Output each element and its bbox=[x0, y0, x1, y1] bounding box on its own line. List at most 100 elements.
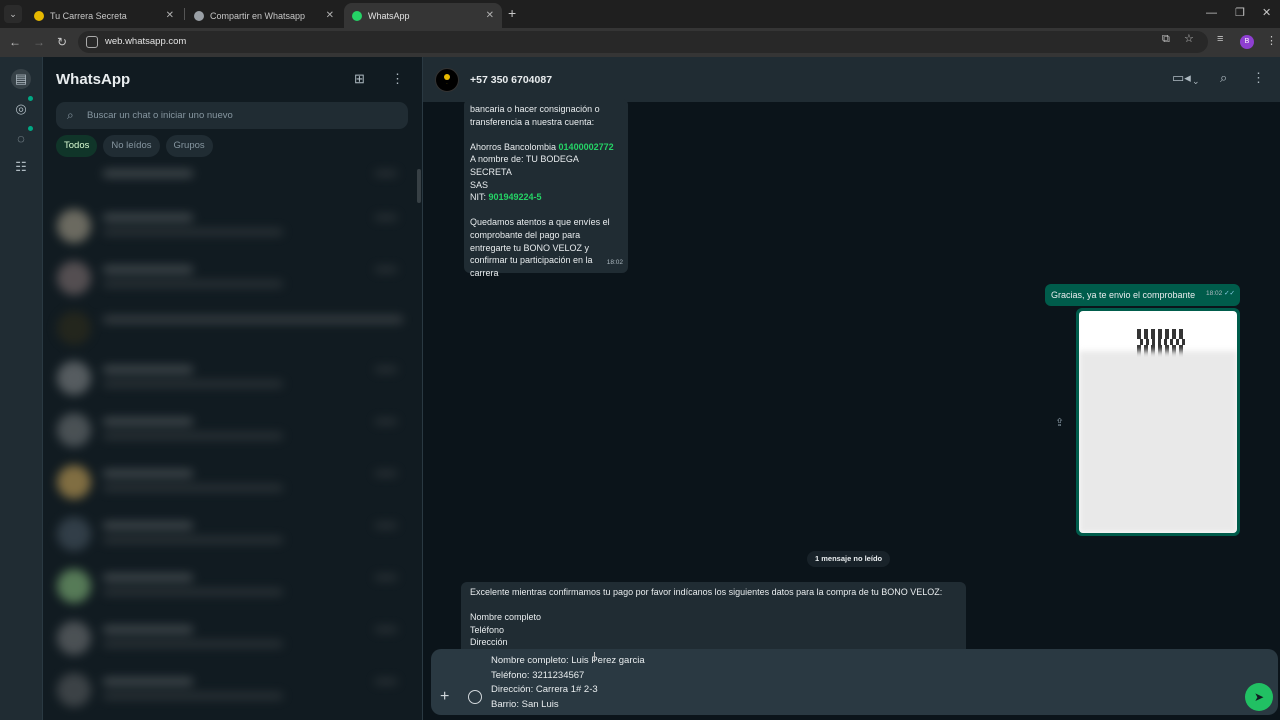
message-line: Excelente mientras confirmamos tu pago p… bbox=[470, 587, 943, 597]
outgoing-message[interactable]: Gracias, ya te envio el comprobante 18:0… bbox=[1045, 284, 1240, 306]
status-icon[interactable]: ◎ bbox=[11, 99, 31, 119]
tab-label: Compartir en Whatsapp bbox=[210, 10, 306, 21]
account-line: Ahorros Bancolombia 01400002772 bbox=[470, 141, 622, 154]
chats-icon[interactable]: ▤ bbox=[11, 69, 31, 89]
chat-list-item[interactable] bbox=[57, 209, 407, 249]
communities-icon[interactable]: ☷ bbox=[11, 157, 31, 177]
chat-list-item[interactable] bbox=[57, 465, 407, 505]
chat-list-panel: WhatsApp ⊞ ⋮ ⌕ Buscar un chat o iniciar … bbox=[43, 57, 423, 720]
message-composer[interactable]: + Nombre completo: Luis Perez garcia Tel… bbox=[431, 649, 1278, 715]
message-line: confirmar tu participación en la bbox=[470, 255, 593, 266]
tab-close-icon[interactable]: ✕ bbox=[486, 10, 494, 21]
message-meta: 18:02 ✓✓ bbox=[1206, 288, 1235, 301]
browser-tab-1[interactable]: Tu Carrera Secreta ✕ bbox=[26, 3, 182, 28]
close-window-button[interactable]: ✕ bbox=[1262, 6, 1271, 20]
chat-filters: Todos No leídos Grupos bbox=[56, 135, 213, 157]
channels-icon[interactable]: ◌ bbox=[11, 129, 31, 149]
text-cursor bbox=[594, 652, 595, 662]
account-number: 01400002772 bbox=[558, 141, 614, 152]
search-input[interactable]: ⌕ Buscar un chat o iniciar uno nuevo bbox=[56, 102, 408, 129]
reload-button[interactable]: ↻ bbox=[57, 34, 67, 50]
message-line: SAS bbox=[470, 179, 489, 190]
maximize-button[interactable]: ❐ bbox=[1235, 6, 1245, 20]
composer-line: Dirección: Carrera 1# 2-3 bbox=[491, 684, 598, 696]
channels-unread-dot bbox=[28, 126, 33, 131]
blurred-region bbox=[1079, 351, 1237, 533]
app-rail: ▤ ◎ ◌ ☷ bbox=[0, 57, 43, 720]
read-receipt-icon: ✓✓ bbox=[1224, 290, 1235, 298]
video-call-icon[interactable]: ▭◂ bbox=[1172, 71, 1191, 85]
emoji-sticker-icon[interactable] bbox=[468, 690, 482, 704]
attach-plus-icon[interactable]: + bbox=[440, 689, 449, 705]
chat-menu-icon[interactable]: ⋮ bbox=[1252, 71, 1265, 85]
browser-tab-2[interactable]: Compartir en Whatsapp ✕ bbox=[186, 3, 342, 28]
new-tab-button[interactable]: + bbox=[508, 6, 516, 20]
message-line: carrera bbox=[470, 267, 499, 278]
address-bar[interactable]: web.whatsapp.com bbox=[78, 31, 1208, 53]
chat-list-item[interactable] bbox=[57, 311, 407, 351]
forward-icon[interactable]: ⇪ bbox=[1055, 416, 1064, 429]
filter-groups-chip[interactable]: Grupos bbox=[165, 135, 213, 157]
chat-list-item[interactable] bbox=[57, 621, 407, 661]
tab-separator bbox=[184, 8, 185, 20]
incoming-message[interactable]: bancaria o hacer consignación o transfer… bbox=[464, 99, 628, 278]
new-chat-icon[interactable]: ⊞ bbox=[354, 72, 365, 86]
account-label: Ahorros Bancolombia bbox=[470, 141, 559, 152]
chat-list-item[interactable] bbox=[57, 569, 407, 609]
tab-label: WhatsApp bbox=[368, 10, 410, 21]
browser-tab-bar: ⌄ Tu Carrera Secreta ✕ Compartir en What… bbox=[0, 0, 1280, 28]
composer-line: Teléfono: 3211234567 bbox=[491, 669, 585, 681]
install-app-icon[interactable]: ⧉ bbox=[1162, 34, 1170, 45]
message-line: transferencia a nuestra cuenta: bbox=[470, 116, 595, 127]
bookmark-star-icon[interactable]: ☆ bbox=[1184, 34, 1194, 45]
chat-list-item[interactable] bbox=[57, 673, 407, 713]
minimize-button[interactable]: — bbox=[1206, 6, 1217, 20]
chat-list-item[interactable] bbox=[57, 361, 407, 401]
filter-unread-chip[interactable]: No leídos bbox=[103, 135, 160, 157]
send-button[interactable]: ➤ bbox=[1245, 683, 1273, 711]
tab-favicon-icon bbox=[194, 10, 204, 21]
composer-line: Nombre completo: Luis Perez garcia bbox=[491, 655, 645, 666]
menu-icon[interactable]: ⋮ bbox=[391, 72, 404, 86]
tab-close-icon[interactable]: ✕ bbox=[326, 10, 334, 21]
composer-line: Barrio: San Luis bbox=[491, 699, 559, 711]
forward-button[interactable]: → bbox=[33, 34, 45, 50]
status-unread-dot bbox=[28, 96, 33, 101]
incoming-message[interactable]: Excelente mientras confirmamos tu pago p… bbox=[461, 582, 966, 652]
message-line: A nombre de: TU BODEGA SECRETA bbox=[470, 154, 579, 177]
chat-list-item[interactable] bbox=[57, 517, 407, 557]
back-button[interactable]: ← bbox=[9, 34, 21, 50]
tab-close-icon[interactable]: ✕ bbox=[166, 10, 174, 21]
chat-list-item[interactable] bbox=[57, 413, 407, 453]
receipt-image[interactable] bbox=[1079, 311, 1237, 533]
whatsapp-favicon-icon bbox=[352, 10, 362, 21]
nit-number: 901949224-5 bbox=[488, 192, 542, 203]
conversation-panel: · +57 350 6704087 ▭◂ ⌄ ⌕ ⋮ bancaria o ha… bbox=[423, 57, 1280, 720]
browser-tab-3[interactable]: WhatsApp ✕ bbox=[344, 3, 502, 28]
chat-list-scrollbar[interactable] bbox=[417, 169, 421, 203]
media-controls-icon[interactable]: ≡ bbox=[1217, 34, 1223, 45]
call-dropdown-icon[interactable]: ⌄ bbox=[1192, 74, 1200, 88]
unread-divider: 1 mensaje no leído bbox=[807, 551, 891, 567]
outgoing-image-message[interactable] bbox=[1076, 308, 1240, 536]
browser-toolbar: ← → ↻ web.whatsapp.com ⧉ ☆ ≡ B ⋮ bbox=[0, 28, 1280, 57]
browser-menu-icon[interactable]: ⋮ bbox=[1266, 34, 1277, 47]
search-messages-icon[interactable]: ⌕ bbox=[1220, 71, 1227, 85]
message-input[interactable]: Nombre completo: Luis Perez garcia Teléf… bbox=[491, 654, 645, 713]
search-placeholder: Buscar un chat o iniciar uno nuevo bbox=[87, 110, 233, 121]
nit-line: NIT: 901949224-5 bbox=[470, 191, 622, 204]
chat-list-item[interactable] bbox=[57, 165, 407, 205]
message-text: Gracias, ya te envio el comprobante bbox=[1051, 290, 1196, 300]
app-title: WhatsApp bbox=[56, 71, 131, 88]
contact-name[interactable]: +57 350 6704087 bbox=[470, 74, 552, 86]
profile-avatar[interactable]: B bbox=[1240, 35, 1254, 49]
nit-label: NIT: bbox=[470, 192, 489, 203]
tab-favicon-icon bbox=[34, 10, 44, 21]
contact-avatar[interactable]: · bbox=[435, 68, 459, 92]
tab-search-button[interactable]: ⌄ bbox=[4, 5, 22, 23]
conversation-header[interactable]: · +57 350 6704087 ▭◂ ⌄ ⌕ ⋮ bbox=[423, 57, 1280, 102]
message-time: 18:02 bbox=[1206, 290, 1223, 298]
site-info-icon[interactable] bbox=[86, 36, 98, 48]
chat-list-item[interactable] bbox=[57, 261, 407, 301]
filter-all-chip[interactable]: Todos bbox=[56, 135, 98, 157]
